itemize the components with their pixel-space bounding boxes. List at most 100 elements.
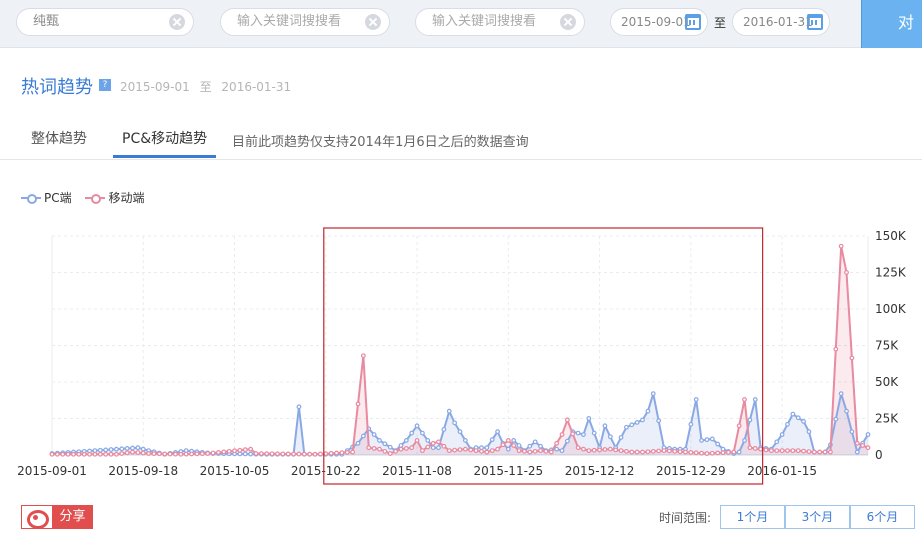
data-point (387, 451, 393, 456)
data-point (559, 448, 565, 454)
data-point (430, 445, 436, 451)
y-tick-label: 150K (875, 229, 907, 243)
end-date-value: 2016-01-31 (743, 15, 813, 29)
data-point (339, 450, 345, 456)
data-point (527, 443, 533, 449)
data-point (742, 397, 747, 402)
share-button[interactable]: 分享 (21, 505, 93, 529)
data-point (409, 430, 415, 436)
range-3-month-button[interactable]: 3个月 (785, 505, 850, 529)
data-point (693, 397, 699, 402)
data-point (672, 448, 678, 454)
data-point (532, 439, 538, 445)
range-1-month-button[interactable]: 1个月 (720, 505, 785, 529)
data-point (194, 451, 200, 457)
data-point (124, 450, 130, 456)
data-point (785, 448, 790, 454)
data-point (258, 451, 264, 457)
data-point (97, 447, 103, 453)
data-point (205, 451, 211, 456)
data-point (398, 446, 404, 452)
end-date-input[interactable]: 2016-01-31 (732, 8, 830, 36)
data-point (532, 448, 538, 454)
data-point (559, 432, 565, 437)
calendar-icon[interactable] (685, 14, 701, 30)
keyword-input-1[interactable]: 纯甄 (16, 8, 194, 36)
data-point (742, 437, 747, 443)
data-point (468, 447, 474, 453)
y-tick-label: 75K (875, 339, 899, 353)
data-point (774, 439, 780, 445)
data-point (640, 449, 645, 455)
data-point (516, 448, 522, 454)
clear-icon[interactable] (365, 14, 381, 30)
data-point (92, 451, 98, 457)
data-point (554, 446, 560, 452)
data-point (393, 448, 398, 454)
data-point (736, 449, 742, 455)
data-point (677, 449, 683, 455)
data-point (360, 433, 366, 439)
data-point (726, 449, 731, 455)
range-6-month-button[interactable]: 6个月 (850, 505, 915, 529)
data-point (865, 445, 871, 451)
search-bar: 纯甄 输入关键词搜搜看 输入关键词搜搜看 2015-09-01 至 2016-0… (0, 0, 922, 78)
data-point (500, 442, 506, 448)
data-point (242, 451, 248, 457)
data-point (484, 445, 490, 451)
data-point (301, 451, 307, 457)
data-point (688, 421, 694, 427)
date-separator: 至 (714, 16, 727, 30)
data-point (253, 451, 259, 456)
data-point (838, 243, 844, 249)
calendar-icon[interactable] (807, 14, 823, 30)
start-date-value: 2015-09-01 (621, 15, 691, 29)
tab-overall-trend[interactable]: 整体趋势 (31, 128, 87, 148)
data-point (60, 451, 66, 457)
data-point (763, 447, 769, 453)
data-point (505, 446, 511, 452)
clear-icon[interactable] (560, 14, 576, 30)
keyword-input-3[interactable]: 输入关键词搜搜看 (415, 8, 585, 36)
data-point (97, 451, 103, 457)
data-point (538, 448, 543, 454)
data-point (704, 451, 710, 456)
data-point (226, 448, 232, 454)
data-point (130, 449, 135, 455)
data-point (511, 443, 517, 448)
start-date-input[interactable]: 2015-09-01 (610, 8, 708, 36)
data-point (747, 445, 753, 451)
data-point (602, 423, 608, 429)
data-point (661, 448, 667, 454)
data-point (795, 415, 801, 421)
data-point (758, 446, 764, 452)
legend-item-pc[interactable]: PC端 (21, 189, 72, 206)
tab-pc-mobile-trend[interactable]: PC&移动趋势 (122, 128, 207, 148)
data-point (817, 449, 823, 455)
data-point (355, 401, 361, 407)
clear-icon[interactable] (169, 14, 185, 30)
help-icon[interactable]: ? (99, 79, 111, 91)
data-point (119, 451, 125, 456)
data-point (76, 451, 82, 457)
compare-button[interactable]: 对比 (861, 0, 922, 78)
data-point (607, 434, 613, 440)
data-point (452, 447, 458, 453)
data-point (285, 451, 291, 457)
data-point (420, 430, 425, 436)
data-point (462, 446, 468, 452)
keyword-input-2[interactable]: 输入关键词搜搜看 (220, 8, 390, 36)
data-point (752, 397, 758, 402)
data-point (221, 449, 227, 455)
data-point (119, 446, 125, 452)
data-point (248, 451, 254, 457)
data-point (484, 449, 490, 455)
data-point (307, 451, 313, 457)
legend-item-mobile[interactable]: 移动端 (85, 189, 144, 206)
share-label: 分享 (52, 506, 93, 528)
data-point (699, 437, 704, 443)
data-point (312, 451, 318, 457)
data-point (371, 432, 377, 437)
data-point (414, 437, 420, 443)
data-point (296, 451, 302, 457)
